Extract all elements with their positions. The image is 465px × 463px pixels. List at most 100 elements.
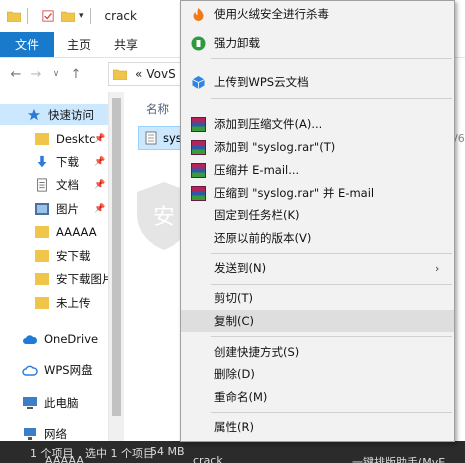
svg-text:安: 安 — [153, 205, 175, 230]
uninstall-icon — [191, 36, 206, 51]
pin-icon[interactable]: 📌 — [94, 134, 105, 144]
recent-dropdown-icon[interactable]: ∨ — [46, 69, 66, 79]
address-bar[interactable]: « VovS — [108, 62, 188, 86]
menu-separator — [211, 58, 452, 59]
sidebar-item-anxiazai[interactable]: 安下载 — [0, 245, 108, 266]
taskbar-item-typesetting-assistant[interactable]: 一键排版助手(MyE — [352, 454, 445, 463]
menu-item-compress-syslog-email[interactable]: 压缩到 "syslog.rar" 并 E-mail — [181, 182, 454, 204]
pin-icon[interactable]: 📌 — [94, 204, 105, 214]
toolbar-separator — [27, 8, 28, 24]
taskbar-item-aaaaa[interactable]: AAAAA — [45, 454, 84, 463]
sidebar-item-label: 安下载 — [56, 248, 91, 263]
menu-item-compress-email[interactable]: 压缩并 E-mail... — [181, 159, 454, 181]
window-title: crack — [104, 9, 137, 23]
breadcrumb-overflow[interactable]: « — [135, 67, 142, 81]
menu-item-send-to[interactable]: 发送到(N) › — [181, 257, 454, 279]
sidebar-scrollbar[interactable] — [108, 92, 124, 442]
menu-item-copy[interactable]: 复制(C) — [181, 310, 454, 332]
quick-access-dropdown-icon[interactable]: ▾ — [79, 11, 84, 21]
menu-item-add-to-syslog-rar[interactable]: 添加到 "syslog.rar"(T) — [181, 136, 454, 158]
pin-icon[interactable]: 📌 — [94, 157, 105, 167]
cloud-icon — [23, 334, 38, 344]
sidebar-item-label: Desktc — [56, 131, 96, 146]
folder-icon — [113, 69, 127, 80]
sidebar-item-not-uploaded[interactable]: 未上传 — [0, 292, 108, 313]
sidebar-item-label: 未上传 — [56, 295, 91, 310]
sidebar-item-label: 网络 — [44, 426, 67, 441]
sidebar-item-label: 文档 — [56, 177, 79, 192]
navigation-pane: 快速访问 Desktc 📌 下载 📌 文档 📌 图片 📌 AAAAA 安下载 安… — [0, 92, 108, 442]
truncated-column-value: /6 — [454, 132, 465, 145]
menu-item-add-to-archive[interactable]: 添加到压缩文件(A)... — [181, 113, 454, 135]
menu-item-pin-taskbar[interactable]: 固定到任务栏(K) — [181, 204, 454, 226]
menu-item-properties[interactable]: 属性(R) — [181, 416, 454, 438]
menu-item-cut[interactable]: 剪切(T) — [181, 287, 454, 309]
menu-separator — [211, 98, 452, 99]
sidebar-item-label: AAAAA — [56, 224, 97, 239]
winrar-icon — [191, 186, 206, 201]
menu-item-create-shortcut[interactable]: 创建快捷方式(S) — [181, 341, 454, 363]
folder-icon — [7, 11, 21, 22]
status-selected: 选中 1 个项目 — [85, 447, 154, 460]
menu-item-delete[interactable]: 删除(D) — [181, 363, 454, 385]
menu-separator — [211, 412, 452, 413]
sidebar-item-label: 下载 — [56, 154, 79, 169]
folder-icon — [35, 249, 49, 262]
properties-check-icon[interactable] — [41, 10, 55, 22]
sidebar-item-label: 快速访问 — [48, 107, 94, 122]
sidebar-item-this-pc[interactable]: 此电脑 — [0, 392, 108, 413]
menu-separator — [211, 284, 452, 285]
status-size: 54 MB — [150, 445, 185, 458]
picture-icon — [35, 202, 49, 215]
forward-arrow-icon[interactable]: → — [26, 67, 46, 82]
context-menu: 使用火绒安全进行杀毒 强力卸载 上传到WPS云文档 添加到压缩文件(A)... … — [180, 0, 455, 442]
tab-home[interactable]: 主页 — [54, 32, 104, 57]
folder-icon — [35, 225, 49, 238]
back-arrow-icon[interactable]: ← — [6, 67, 26, 82]
sidebar-item-label: 此电脑 — [44, 395, 79, 410]
menu-item-restore-versions[interactable]: 还原以前的版本(V) — [181, 227, 454, 249]
scrollbar-thumb[interactable] — [112, 98, 121, 416]
taskbar-item-crack[interactable]: crack — [193, 454, 223, 463]
tab-share[interactable]: 共享 — [104, 32, 148, 57]
submenu-arrow-icon: › — [435, 261, 440, 275]
sidebar-item-quick-access[interactable]: 快速访问 — [0, 104, 108, 125]
document-icon — [37, 177, 47, 192]
column-header-name[interactable]: 名称 — [146, 101, 169, 117]
sidebar-item-onedrive[interactable]: OneDrive — [0, 328, 108, 349]
sidebar-item-downloads[interactable]: 下载 📌 — [0, 151, 108, 172]
sidebar-item-aaaaa[interactable]: AAAAA — [0, 221, 108, 242]
winrar-icon — [191, 163, 206, 178]
menu-separator — [211, 336, 452, 337]
folder-icon — [35, 132, 49, 145]
winrar-icon — [191, 140, 206, 155]
sidebar-item-anxiazai-pictures[interactable]: 安下载图片 — [0, 268, 108, 289]
winrar-icon — [191, 117, 206, 132]
sidebar-item-label: WPS网盘 — [44, 362, 93, 377]
menu-item-rename[interactable]: 重命名(M) — [181, 386, 454, 408]
text-file-icon — [145, 131, 157, 145]
new-folder-icon[interactable] — [61, 10, 75, 22]
taskbar: 1 个项目 选中 1 个项目 54 MB AAAAA crack 一键排版助手(… — [0, 441, 465, 463]
menu-separator — [211, 253, 452, 254]
sidebar-item-pictures[interactable]: 图片 📌 — [0, 198, 108, 219]
tab-file[interactable]: 文件 — [0, 32, 54, 57]
sidebar-item-documents[interactable]: 文档 📌 — [0, 174, 108, 195]
menu-item-upload-wps[interactable]: 上传到WPS云文档 — [181, 71, 454, 93]
toolbar-separator — [89, 8, 91, 24]
network-icon — [24, 427, 36, 440]
sidebar-item-desktop[interactable]: Desktc 📌 — [0, 128, 108, 149]
sidebar-item-label: OneDrive — [44, 331, 99, 346]
wps-cloud-icon — [192, 76, 205, 89]
huorong-icon — [193, 8, 204, 21]
menu-item-force-uninstall[interactable]: 强力卸载 — [181, 32, 454, 54]
pin-icon[interactable]: 📌 — [94, 180, 105, 190]
up-arrow-icon[interactable]: ↑ — [66, 67, 86, 82]
folder-icon — [35, 272, 49, 285]
sidebar-item-label: 安下载图片 — [56, 271, 108, 286]
breadcrumb-path[interactable]: VovS — [146, 67, 175, 81]
sidebar-item-wps-drive[interactable]: WPS网盘 — [0, 359, 108, 380]
download-icon — [37, 155, 47, 167]
menu-item-huorong-scan[interactable]: 使用火绒安全进行杀毒 — [181, 3, 454, 25]
computer-icon — [23, 396, 37, 409]
